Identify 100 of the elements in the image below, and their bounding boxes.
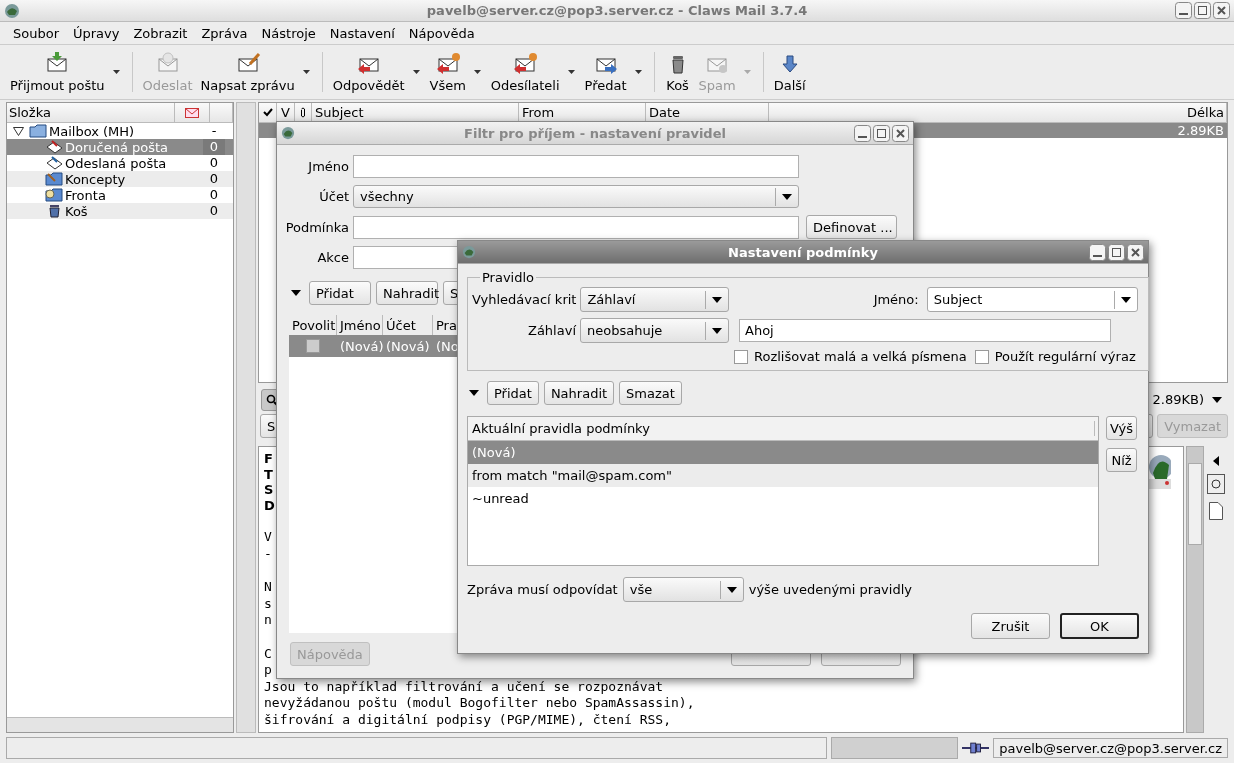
message-text: p [264, 662, 272, 679]
dropdown-arrow-icon[interactable] [473, 70, 481, 74]
field-label: Zpráva musí odpovídat [467, 582, 618, 597]
move-button[interactable]: Výš [1106, 416, 1137, 440]
horizontal-scrollbar[interactable] [7, 717, 233, 732]
define-button[interactable]: Definovat ... [806, 215, 897, 239]
move-button[interactable]: Níž [1106, 448, 1137, 472]
minimize-button[interactable] [1089, 243, 1106, 261]
field-label: Jméno [306, 159, 349, 174]
folder-row[interactable]: Koš 0 [7, 203, 233, 219]
table-cell-text: (Nová) [339, 338, 383, 354]
folder-name: Fronta [65, 187, 107, 203]
toolbar-button[interactable]: Další [769, 49, 810, 95]
dropdown-arrow-icon[interactable] [112, 70, 120, 74]
folder-row[interactable]: Mailbox (MH) - [7, 123, 233, 139]
menu-item[interactable]: Nápověda [401, 25, 482, 41]
minimize-button[interactable] [854, 124, 871, 142]
summary-text: 2.89KB) [1152, 392, 1204, 407]
menu-item[interactable]: Nastavení [322, 25, 402, 41]
dropdown-arrow-icon[interactable] [412, 70, 420, 74]
folder-name: Mailbox (MH) [49, 123, 136, 139]
toolbar-button[interactable]: Předat [580, 49, 631, 95]
account-label: pavelb@server.cz@pop3.server.cz [993, 738, 1228, 758]
minimize-button[interactable] [1175, 2, 1192, 19]
maximize-button[interactable] [1194, 2, 1211, 19]
action-button[interactable]: Přidat [487, 381, 539, 405]
action-button[interactable]: Nahradit [376, 281, 438, 305]
folder-icon [45, 172, 63, 186]
menu-item[interactable]: Zpráva [194, 25, 255, 41]
message-text: C [264, 645, 272, 662]
toolbar-button[interactable]: Všem [425, 49, 470, 95]
criteria-dropdown[interactable]: Záhlaví [580, 287, 730, 312]
toolbar-button[interactable]: Koš [660, 49, 695, 95]
table-cell-text: (No [435, 338, 459, 354]
toolbar-button[interactable]: Přijmout poštu [6, 49, 109, 95]
menu-item[interactable]: Úpravy [66, 25, 127, 41]
dialog-button[interactable]: Zrušit [971, 613, 1050, 639]
folder-count: - [210, 123, 218, 139]
envelope-icon [185, 107, 199, 118]
name-dropdown[interactable]: Subject [926, 287, 1138, 312]
folder-count: 0 [208, 203, 220, 219]
folder-count: 0 [208, 171, 220, 187]
action-button[interactable]: Přidat [309, 281, 371, 305]
match-dropdown[interactable]: neobsahuje [580, 318, 729, 343]
rule-row[interactable]: ~unread [468, 487, 1098, 510]
dropdown-arrow-icon [1120, 296, 1131, 303]
folder-name: Doručená pošta [65, 139, 170, 155]
menu-item[interactable]: Zobrazit [126, 25, 195, 41]
checkbox[interactable] [734, 349, 748, 364]
plug-icon[interactable] [962, 742, 990, 754]
folder-row[interactable]: Koncepty 0 [7, 171, 233, 187]
group-title: Pravidlo [481, 270, 536, 285]
field-label: Účet [318, 189, 349, 204]
window-title: pavelb@server.cz@pop3.server.cz - Claws Mail 3.7.4 [426, 3, 808, 18]
checkbox[interactable] [974, 349, 989, 364]
message-size: 2.89KB [1177, 123, 1224, 138]
expander-icon[interactable] [13, 126, 24, 136]
folder-name: Odeslaná pošta [65, 155, 168, 171]
dropdown-arrow-icon [726, 586, 737, 593]
document-icon[interactable] [1209, 502, 1223, 520]
input-field[interactable] [353, 155, 799, 178]
document-icon[interactable] [1207, 474, 1225, 494]
checkbox[interactable] [306, 339, 320, 353]
close-button[interactable] [892, 124, 909, 142]
action-button[interactable]: Nahradit [543, 381, 615, 405]
value-field[interactable]: Ahoj [739, 319, 1111, 342]
header-label: F [264, 451, 273, 467]
maximize-button[interactable] [1108, 243, 1125, 261]
dropdown-arrow-icon[interactable] [302, 70, 310, 74]
toolbar-button[interactable]: Napsat zprávu [196, 49, 299, 95]
dropdown-arrow-icon[interactable] [567, 70, 575, 74]
account-dropdown[interactable]: všechny [353, 185, 799, 208]
collapse-arrow-icon[interactable] [469, 390, 479, 396]
folder-name: Koš [65, 203, 89, 219]
toolbar-button[interactable]: Odpovědět [328, 49, 409, 95]
input-field[interactable] [353, 215, 799, 239]
toolbar-button[interactable]: Odesílateli [486, 49, 564, 95]
folder-row[interactable]: Doručená pošta 0 [7, 139, 233, 155]
checkbox-label: Použít regulární výraz [994, 349, 1136, 364]
rule-row[interactable]: from match "mail@spam.com" [468, 464, 1098, 487]
close-button[interactable] [1213, 2, 1230, 19]
field-label: výše uvedenými pravidly [748, 582, 912, 597]
dropdown-arrow-icon[interactable] [634, 70, 642, 74]
folder-row[interactable]: Odeslaná pošta 0 [7, 155, 233, 171]
menu-item[interactable]: Nástroje [254, 25, 323, 41]
action-button[interactable]: Smazat [619, 381, 682, 405]
dialog-button[interactable]: OK [1060, 613, 1139, 639]
maximize-button[interactable] [873, 124, 890, 142]
folder-row[interactable]: Fronta 0 [7, 187, 233, 203]
left-arrow-icon[interactable] [1213, 456, 1219, 466]
vertical-scrollbar[interactable] [236, 102, 256, 733]
collapse-arrow-icon[interactable] [291, 290, 301, 296]
match-mode-dropdown[interactable]: vše [622, 577, 744, 602]
envelope-arrow-icon [45, 156, 63, 170]
dropdown-arrow-icon[interactable] [1212, 396, 1222, 403]
close-button[interactable] [1127, 243, 1144, 261]
dialog-title: Filtr pro příjem - nastavení pravidel [464, 125, 726, 141]
menu-item[interactable]: Soubor [6, 25, 66, 41]
header-label: D [264, 497, 275, 513]
vertical-scrollbar[interactable] [1186, 446, 1204, 733]
